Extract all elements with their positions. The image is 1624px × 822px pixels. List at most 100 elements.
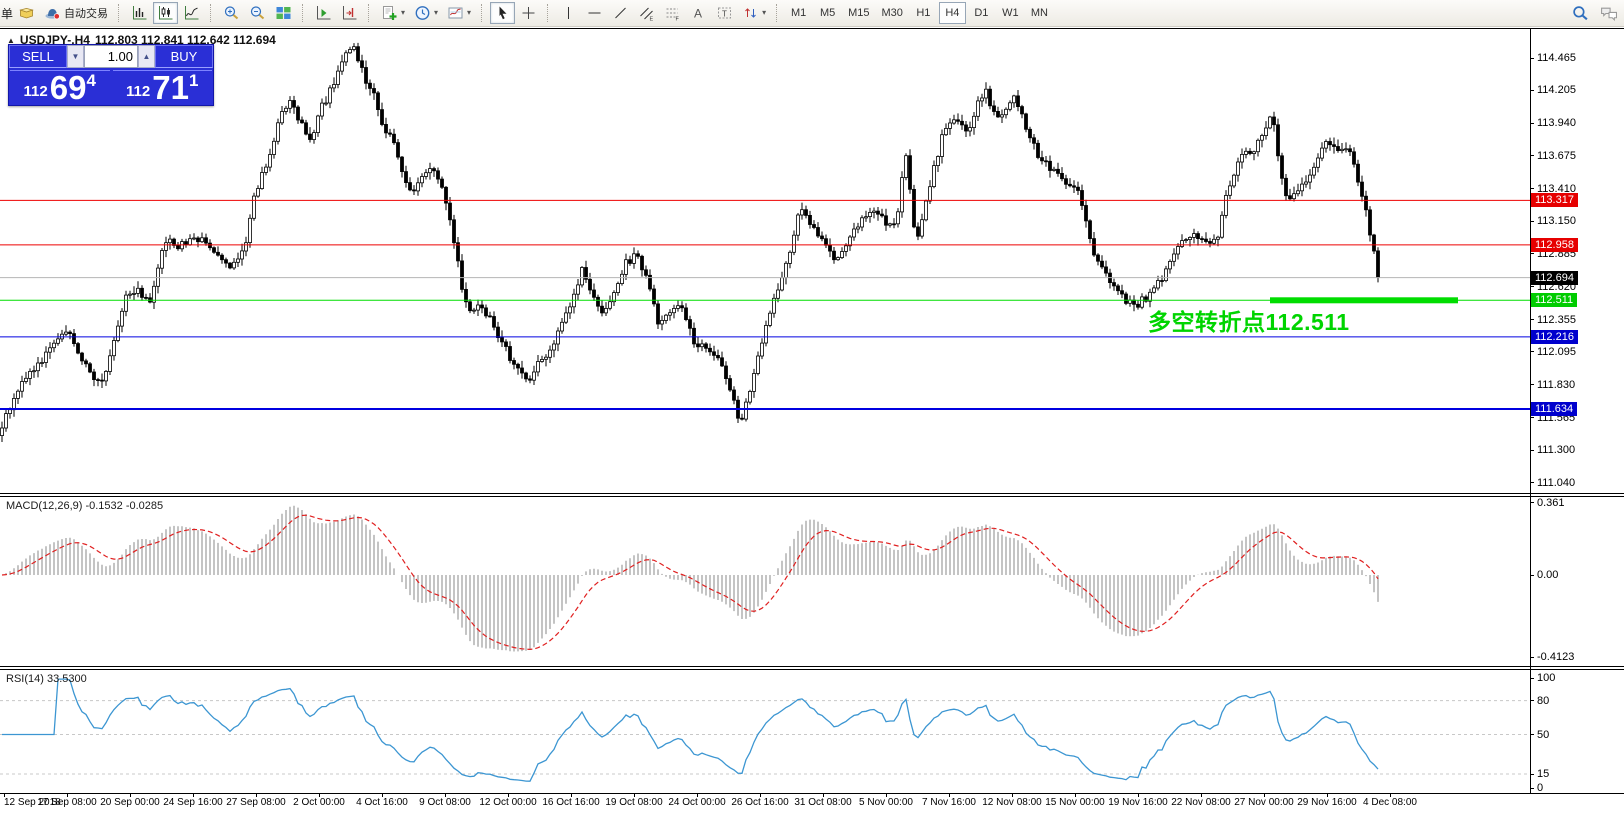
- price-tag-112.216: 112.216: [1531, 330, 1578, 344]
- panel-divider[interactable]: [0, 666, 1624, 667]
- timeframe-H1[interactable]: H1: [910, 2, 937, 24]
- chart-shift-button[interactable]: [337, 2, 362, 24]
- price-tick-mark: [1530, 384, 1534, 385]
- book-icon: [18, 5, 35, 21]
- time-tick-label: 26 Oct 16:00: [731, 797, 788, 808]
- fibonacci-tool-button[interactable]: F: [660, 2, 685, 24]
- svg-text:E: E: [650, 17, 654, 22]
- price-tick-label: 114.205: [1537, 84, 1576, 96]
- buy-button[interactable]: BUY: [155, 45, 213, 68]
- timeframe-M30[interactable]: M30: [876, 2, 907, 24]
- candlestick-icon: [157, 5, 174, 21]
- price-tick-label: 111.300: [1537, 444, 1575, 456]
- main-price-chart[interactable]: [0, 29, 1530, 493]
- timeframe-W1[interactable]: W1: [997, 2, 1024, 24]
- zoom-out-icon: [249, 5, 266, 21]
- timeframe-M5[interactable]: M5: [814, 2, 841, 24]
- price-tick-label: 113.940: [1537, 117, 1576, 129]
- channel-tool-button[interactable]: E: [634, 2, 659, 24]
- templates-button[interactable]: ▾: [443, 2, 475, 24]
- price-tag-112.694: 112.694: [1531, 271, 1578, 285]
- arrows-icon: [742, 5, 759, 21]
- equidistant-channel-icon: E: [638, 5, 655, 21]
- macd-indicator-panel[interactable]: [0, 497, 1530, 666]
- rsi-indicator-panel[interactable]: [0, 670, 1530, 793]
- trendline-tool-button[interactable]: [608, 2, 633, 24]
- dropdown-caret-icon: ▾: [401, 9, 405, 17]
- svg-text:T: T: [722, 10, 727, 19]
- time-tick-label: 19 Nov 16:00: [1108, 797, 1168, 808]
- add-indicator-button[interactable]: ▾: [377, 2, 409, 24]
- price-tick-label: 112.355: [1537, 314, 1576, 326]
- zoom-out-button[interactable]: [245, 2, 270, 24]
- chat-icon[interactable]: [1599, 5, 1618, 22]
- price-tick-mark: [1530, 188, 1534, 189]
- buy-price-display[interactable]: 112 71 1: [113, 70, 213, 104]
- time-tick-label: 27 Nov 00:00: [1234, 797, 1294, 808]
- trendline-icon: [612, 5, 629, 21]
- order-book-icon[interactable]: [14, 2, 39, 24]
- price-tick-label: 111.040: [1537, 477, 1575, 489]
- zoom-in-icon: [223, 5, 240, 21]
- time-tick-label: 24 Oct 00:00: [668, 797, 725, 808]
- sell-button[interactable]: SELL: [9, 45, 67, 68]
- label-tool-button[interactable]: T: [712, 2, 737, 24]
- price-tick-label: 113.150: [1537, 215, 1576, 227]
- bar-chart-mode-button[interactable]: [127, 2, 152, 24]
- price-tick-mark: [1530, 417, 1534, 418]
- text-tool-button[interactable]: A: [686, 2, 711, 24]
- panel-divider[interactable]: [0, 493, 1624, 494]
- arrows-tool-button[interactable]: ▾: [738, 2, 770, 24]
- autotrading-button[interactable]: 自动交易: [40, 2, 112, 24]
- cursor-tool-button[interactable]: [490, 2, 515, 24]
- timeframe-H4[interactable]: H4: [939, 2, 966, 24]
- horizontal-line-icon: [586, 5, 603, 21]
- toolbar-grip: [481, 4, 486, 22]
- panel-divider[interactable]: [0, 669, 1624, 670]
- price-tick-label: 113.675: [1537, 150, 1576, 162]
- rsi-tick-label: 15: [1537, 768, 1549, 780]
- time-tick-label: 22 Nov 08:00: [1171, 797, 1231, 808]
- rsi-tick-mark: [1530, 700, 1534, 701]
- periods-button[interactable]: ▾: [410, 2, 442, 24]
- candlestick-mode-button[interactable]: [153, 2, 178, 24]
- search-icon[interactable]: [1572, 5, 1589, 22]
- volume-input[interactable]: [84, 45, 138, 68]
- rsi-tick-mark: [1530, 678, 1534, 679]
- price-tick-mark: [1530, 58, 1534, 59]
- vertical-line-tool-button[interactable]: [556, 2, 581, 24]
- time-tick-label: 16 Oct 16:00: [542, 797, 599, 808]
- rsi-tick-label: 0: [1537, 782, 1543, 794]
- price-tag-111.634: 111.634: [1531, 402, 1577, 416]
- dropdown-caret-icon: ▾: [434, 9, 438, 17]
- pivot-annotation-text: 多空转折点112.511: [1148, 303, 1350, 337]
- cursor-icon: [494, 5, 511, 21]
- line-chart-mode-button[interactable]: [179, 2, 204, 24]
- rsi-tick-mark: [1530, 734, 1534, 735]
- time-tick-label: 4 Dec 08:00: [1363, 797, 1417, 808]
- auto-scroll-button[interactable]: [311, 2, 336, 24]
- sell-price-prefix: 112: [24, 83, 48, 100]
- panel-divider[interactable]: [0, 496, 1624, 497]
- rsi-tick-mark: [1530, 788, 1534, 789]
- horizontal-line-tool-button[interactable]: [582, 2, 607, 24]
- time-tick-label: 24 Sep 16:00: [163, 797, 223, 808]
- volume-decrease-button[interactable]: ▼: [67, 45, 84, 68]
- timeframe-M15[interactable]: M15: [843, 2, 874, 24]
- vertical-line-icon: [560, 5, 577, 21]
- timeframe-D1[interactable]: D1: [968, 2, 995, 24]
- timeframe-M1[interactable]: M1: [785, 2, 812, 24]
- sell-price-display[interactable]: 112 69 4: [10, 70, 110, 104]
- fibonacci-icon: F: [664, 5, 681, 21]
- price-tick-mark: [1530, 450, 1534, 451]
- new-order-partial-label[interactable]: 单: [1, 5, 13, 22]
- crosshair-tool-button[interactable]: [516, 2, 541, 24]
- zoom-in-button[interactable]: [219, 2, 244, 24]
- tile-windows-button[interactable]: [271, 2, 296, 24]
- price-tick-mark: [1530, 482, 1534, 483]
- price-tick-mark: [1530, 123, 1534, 124]
- buy-price-prefix: 112: [126, 83, 150, 100]
- timeframe-MN[interactable]: MN: [1026, 2, 1053, 24]
- time-tick-label: 4 Oct 16:00: [356, 797, 408, 808]
- volume-increase-button[interactable]: ▲: [138, 45, 155, 68]
